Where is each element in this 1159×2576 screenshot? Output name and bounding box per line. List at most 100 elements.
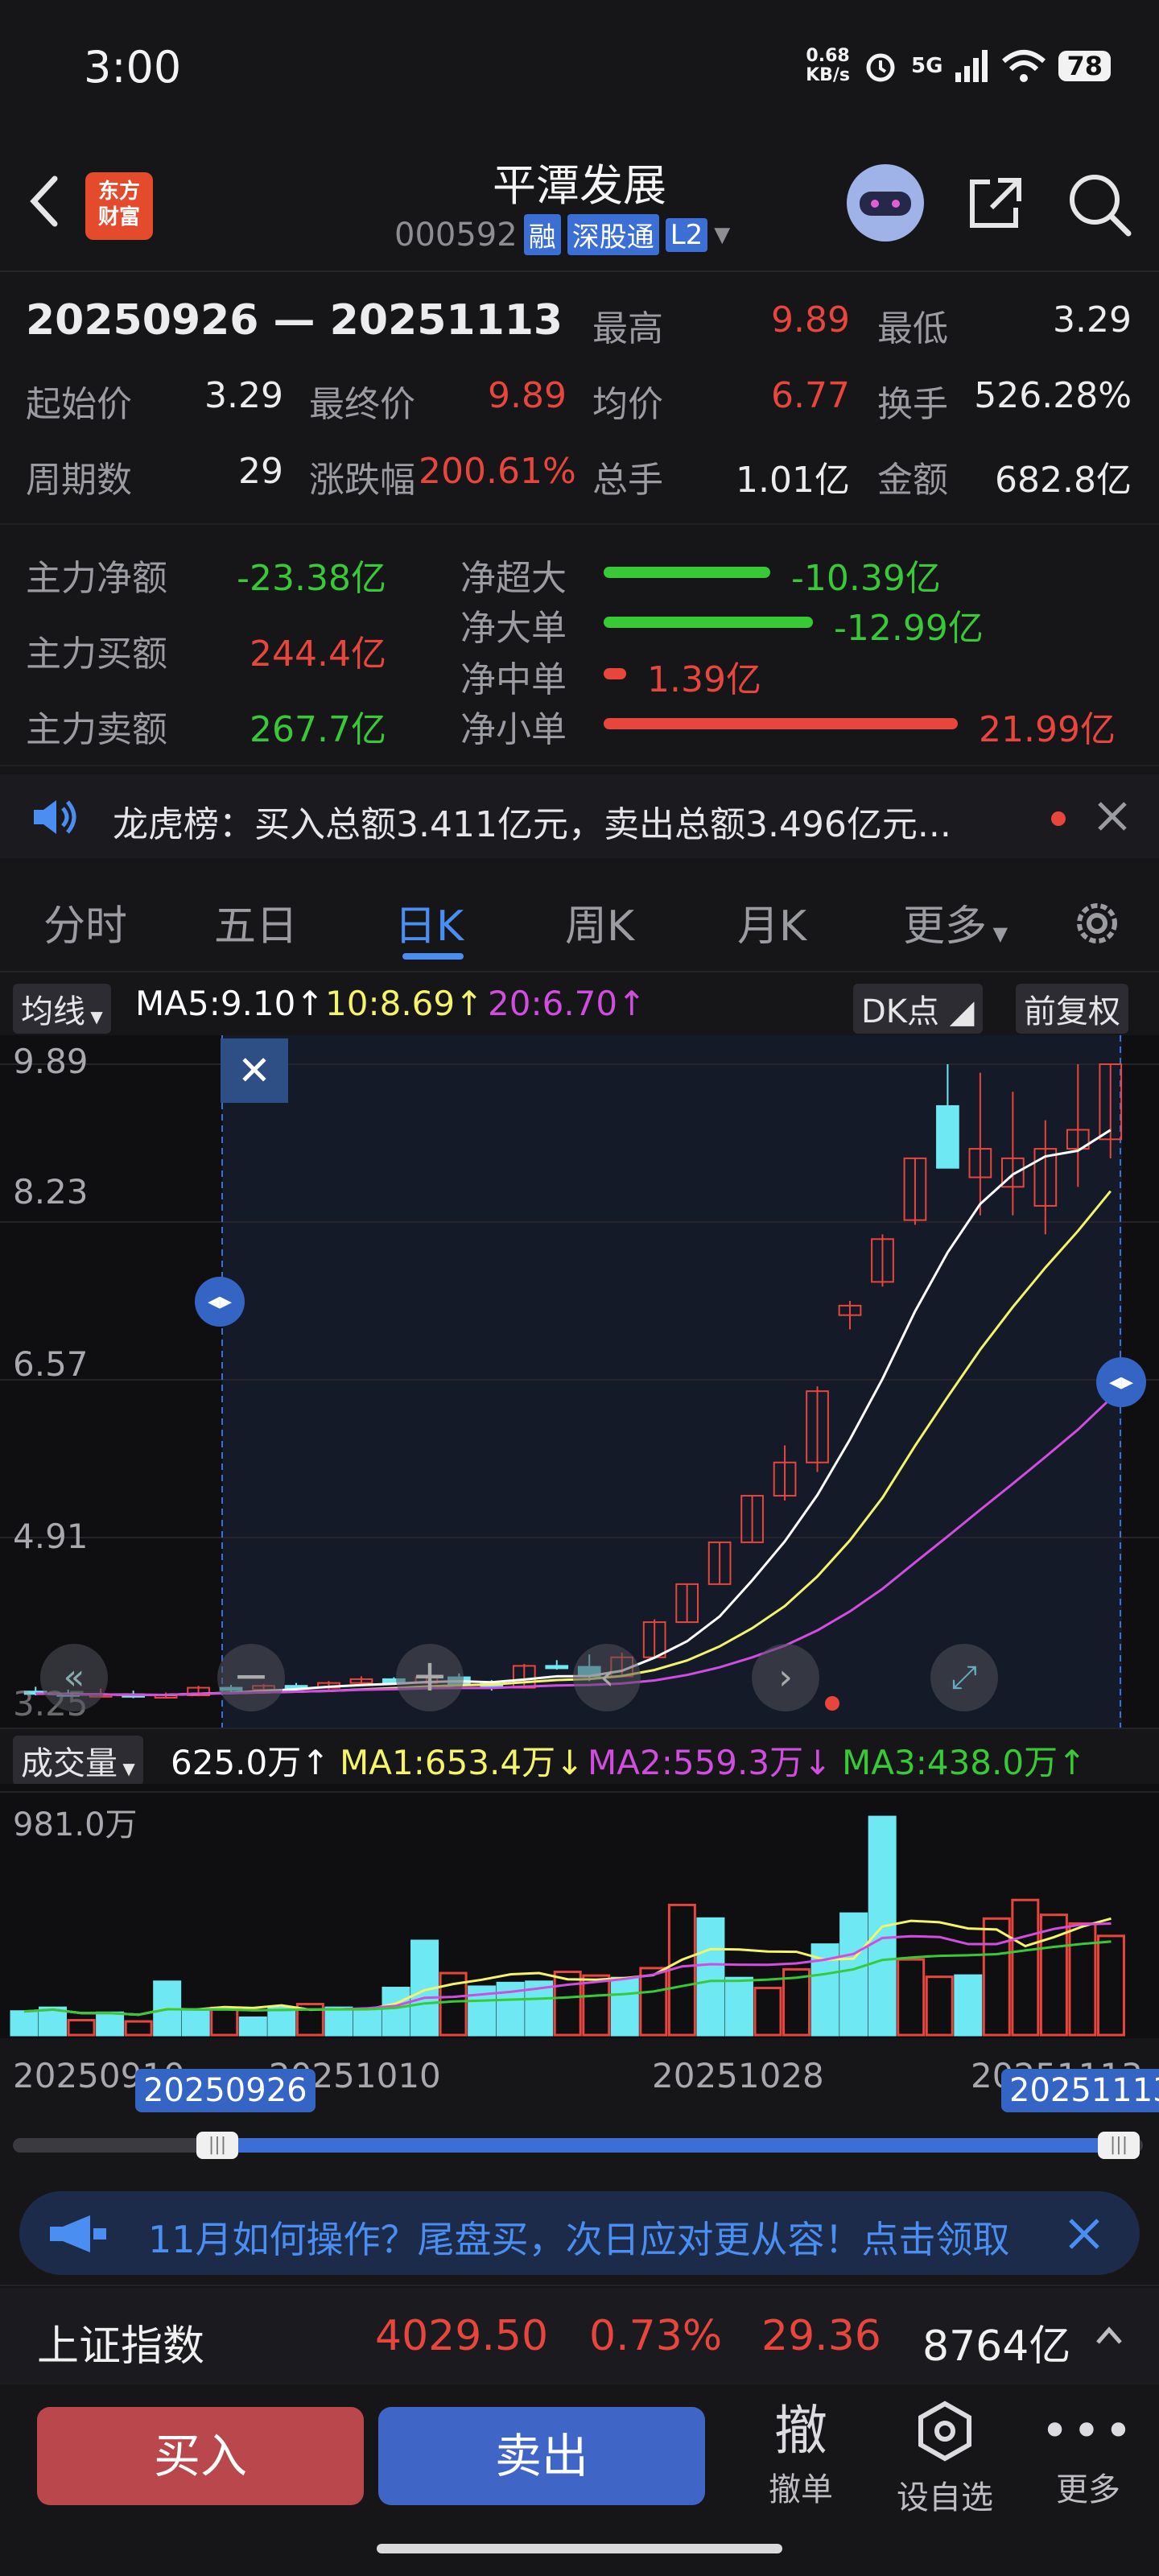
chevron-down-icon: ▼ bbox=[714, 222, 731, 247]
promo-text: 11月如何操作？尾盘买，次日应对更从容！点击领取 bbox=[148, 2218, 1010, 2261]
flow-row-label: 净中单 bbox=[460, 659, 567, 700]
volume-bar bbox=[382, 1987, 410, 2037]
tab-monthly-k[interactable]: 月K bbox=[737, 892, 806, 952]
start-label: 起始价 bbox=[26, 384, 132, 425]
price-adjust-button[interactable]: 前复权 bbox=[1016, 984, 1128, 1034]
sell-amount-value: 267.7亿 bbox=[250, 709, 386, 750]
vol-ma3-readout: MA3:438.0万↑ bbox=[842, 1743, 1087, 1782]
flow-row-value: -12.99亿 bbox=[834, 608, 984, 649]
stock-code: 000592 bbox=[394, 216, 518, 254]
expand-icon[interactable]: ⤢ bbox=[930, 1644, 998, 1711]
tag-margin: 融 bbox=[523, 214, 561, 255]
flow-row-bar bbox=[604, 617, 813, 628]
turnover-value: 526.28% bbox=[974, 375, 1132, 416]
tab-more[interactable]: 更多 ▼ bbox=[903, 892, 1008, 952]
dragon-tiger-notice[interactable]: 龙虎榜：买入总额3.411亿元，卖出总额3.496亿元... bbox=[0, 774, 1159, 858]
alarm-icon bbox=[866, 53, 895, 82]
clear-selection-button[interactable]: ✕ bbox=[221, 1038, 288, 1103]
vol-ma1-readout: MA1:653.4万↓ bbox=[340, 1743, 584, 1782]
flow-row-bar bbox=[604, 668, 626, 679]
change-value: 200.61% bbox=[419, 451, 576, 492]
wifi-icon bbox=[1002, 50, 1046, 82]
battery-icon: 78 bbox=[1058, 51, 1111, 81]
right-range-handle-icon[interactable]: ◂▸ bbox=[1096, 1357, 1146, 1407]
home-indicator bbox=[377, 2544, 782, 2553]
tab-daily-k[interactable]: 日K bbox=[394, 892, 464, 952]
candle-body bbox=[545, 1665, 569, 1670]
stock-subtitle[interactable]: 000592 融 深股通 L2 ▼ bbox=[394, 214, 730, 255]
period-value: 29 bbox=[238, 451, 283, 492]
tab-weekly-k[interactable]: 周K bbox=[565, 892, 634, 952]
volume-bar bbox=[267, 2006, 296, 2037]
next-icon[interactable]: › bbox=[752, 1644, 819, 1711]
robot-avatar-icon[interactable] bbox=[847, 164, 924, 242]
close-icon[interactable] bbox=[1095, 799, 1130, 834]
end-label: 最终价 bbox=[309, 384, 415, 425]
search-icon[interactable] bbox=[1064, 169, 1133, 238]
price-axis-2: 8.23 bbox=[13, 1172, 89, 1212]
index-pct: 0.73% bbox=[589, 2312, 723, 2360]
range-slider-fill bbox=[217, 2138, 1122, 2153]
flow-row-label: 净大单 bbox=[460, 608, 567, 649]
index-row[interactable]: 上证指数 4029.50 0.73% 29.36 8764亿 bbox=[0, 2288, 1159, 2384]
range-slider-right-handle[interactable]: ||| bbox=[1098, 2132, 1140, 2159]
sell-button[interactable]: 卖出 bbox=[378, 2407, 705, 2505]
volume-value: 1.01亿 bbox=[736, 460, 850, 501]
low-label: 最低 bbox=[877, 308, 948, 349]
price-axis-4: 4.91 bbox=[13, 1517, 89, 1556]
rewind-icon[interactable]: « bbox=[40, 1644, 108, 1711]
volume-chart[interactable] bbox=[0, 1784, 1159, 2038]
volume-bar bbox=[724, 1976, 753, 2037]
zoom-in-icon[interactable]: + bbox=[396, 1644, 464, 1711]
prev-icon[interactable]: ‹ bbox=[573, 1644, 641, 1711]
cancel-order-icon: 撤 bbox=[774, 2400, 827, 2462]
zoom-out-icon[interactable]: − bbox=[217, 1644, 285, 1711]
left-range-handle-icon[interactable]: ◂▸ bbox=[195, 1277, 245, 1327]
tag-level2: L2 bbox=[665, 217, 708, 252]
flow-row-bar bbox=[604, 567, 770, 578]
volume-bar bbox=[839, 1912, 868, 2037]
period-label: 周期数 bbox=[26, 460, 132, 501]
indicator-selector[interactable]: 成交量 ▼ bbox=[13, 1736, 143, 1785]
range-end-badge: 20251113 bbox=[1001, 2069, 1159, 2112]
settings-gear-icon[interactable] bbox=[1067, 894, 1127, 953]
volume-bar bbox=[10, 2010, 39, 2037]
kline-chart[interactable] bbox=[0, 1035, 1159, 1728]
network-type: 5G bbox=[911, 54, 943, 78]
flow-row-value: 21.99亿 bbox=[979, 709, 1116, 750]
close-icon[interactable] bbox=[1066, 2215, 1103, 2252]
volume-bar bbox=[181, 2010, 210, 2037]
flow-row-label: 净超大 bbox=[460, 558, 567, 599]
notice-text: 龙虎榜：买入总额3.411亿元，卖出总额3.496亿元... bbox=[113, 804, 951, 845]
dk-point-button[interactable]: DK点 ◢ bbox=[853, 984, 983, 1034]
status-time: 3:00 bbox=[84, 42, 182, 93]
turnover-label: 换手 bbox=[877, 384, 948, 425]
share-icon[interactable] bbox=[963, 171, 1027, 235]
tab-five-day[interactable]: 五日 bbox=[214, 892, 298, 952]
tab-intraday[interactable]: 分时 bbox=[43, 892, 127, 952]
buy-button[interactable]: 买入 bbox=[37, 2407, 364, 2505]
range-slider-left-handle[interactable]: ||| bbox=[196, 2132, 238, 2159]
status-icons: 0.68 KB/s 5G 78 bbox=[806, 47, 1111, 85]
index-name: 上证指数 bbox=[37, 2322, 205, 2371]
volume-axis-max: 981.0万 bbox=[13, 1806, 138, 1843]
sell-amount-label: 主力卖额 bbox=[26, 709, 167, 750]
net-speed: 0.68 KB/s bbox=[806, 46, 851, 85]
promo-banner[interactable]: 11月如何操作？尾盘买，次日应对更从容！点击领取 bbox=[19, 2191, 1140, 2275]
flow-row-value: -10.39亿 bbox=[791, 558, 941, 599]
ma-selector[interactable]: 均线 ▼ bbox=[13, 984, 111, 1034]
cancel-order-button[interactable]: 撤 撤单 bbox=[757, 2399, 845, 2510]
high-label: 最高 bbox=[592, 308, 663, 349]
avg-label: 均价 bbox=[592, 384, 663, 425]
volume-bar bbox=[610, 1976, 639, 2037]
low-value: 3.29 bbox=[1053, 299, 1132, 341]
candle-body bbox=[936, 1104, 959, 1169]
avg-value: 6.77 bbox=[771, 375, 850, 416]
vol-ma2-readout: MA2:559.3万↓ bbox=[588, 1743, 832, 1782]
chevron-up-icon[interactable] bbox=[1093, 2323, 1125, 2347]
more-button[interactable]: ••• 更多 bbox=[1040, 2399, 1136, 2510]
add-watchlist-button[interactable]: 设自选 bbox=[889, 2399, 1001, 2518]
price-axis-top: 9.89 bbox=[13, 1042, 89, 1081]
volume-label: 总手 bbox=[592, 460, 663, 501]
volume-readout: 625.0万↑ bbox=[171, 1743, 330, 1782]
